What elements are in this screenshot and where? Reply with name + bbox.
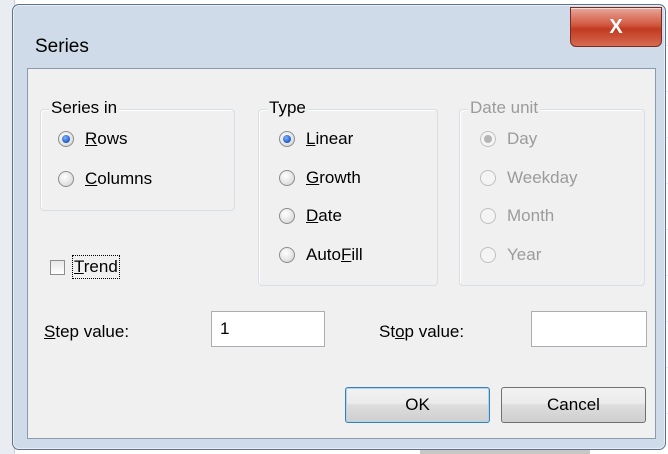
day-label: Day (507, 129, 538, 148)
columns-label: Columns (85, 169, 153, 188)
type-date-option[interactable]: Date (279, 206, 342, 226)
linear-label: Linear (306, 129, 354, 148)
date-unit-month-option: Month (480, 206, 554, 226)
weekday-label: Weekday (507, 168, 578, 187)
step-value-label: Step value: (44, 322, 130, 341)
title-bar[interactable]: Series X (13, 5, 665, 67)
type-group: Type Linear Growth Date AutoFill (258, 98, 438, 286)
linear-radio[interactable] (279, 131, 295, 147)
close-icon: X (609, 15, 623, 38)
series-in-rows-option[interactable]: Rows (58, 129, 128, 149)
dialog-title: Series (35, 36, 89, 57)
columns-radio[interactable] (58, 171, 74, 187)
rows-label: Rows (85, 129, 128, 148)
autofill-label: AutoFill (306, 245, 363, 264)
growth-label: Growth (306, 168, 361, 187)
date-unit-label: Date unit (468, 98, 541, 118)
autofill-radio[interactable] (279, 247, 295, 263)
date-unit-year-option: Year (480, 245, 541, 265)
trend-label: Trend (72, 255, 120, 279)
type-autofill-option[interactable]: AutoFill (279, 245, 363, 265)
stop-value-input[interactable] (531, 311, 647, 347)
month-radio (480, 208, 496, 224)
series-dialog: Series X Series in Rows Columns Type Lin… (12, 4, 666, 450)
year-label: Year (507, 245, 542, 264)
year-radio (480, 247, 496, 263)
series-in-columns-option[interactable]: Columns (58, 169, 152, 189)
step-value-input[interactable]: 1 (211, 311, 325, 347)
weekday-radio (480, 170, 496, 186)
day-radio (480, 131, 496, 147)
date-radio[interactable] (279, 208, 295, 224)
rows-radio[interactable] (58, 131, 74, 147)
trend-checkbox[interactable] (50, 259, 65, 275)
date-unit-weekday-option: Weekday (480, 168, 578, 188)
dialog-body: Series in Rows Columns Type Linear Growt… (27, 68, 656, 439)
stop-value-label: Stop value: (379, 322, 465, 341)
type-growth-option[interactable]: Growth (279, 168, 361, 188)
ok-button[interactable]: OK (345, 387, 490, 423)
month-label: Month (507, 206, 555, 225)
cancel-button[interactable]: Cancel (501, 387, 646, 423)
series-in-group: Series in Rows Columns (40, 98, 235, 211)
date-unit-day-option: Day (480, 129, 537, 149)
close-button[interactable]: X (570, 7, 662, 47)
type-linear-option[interactable]: Linear (279, 129, 353, 149)
date-label: Date (306, 206, 342, 225)
type-label: Type (267, 98, 308, 118)
trend-option[interactable]: Trend (50, 255, 120, 279)
series-in-label: Series in (49, 98, 120, 118)
date-unit-group: Date unit Day Weekday Month Year (459, 98, 645, 286)
growth-radio[interactable] (279, 170, 295, 186)
